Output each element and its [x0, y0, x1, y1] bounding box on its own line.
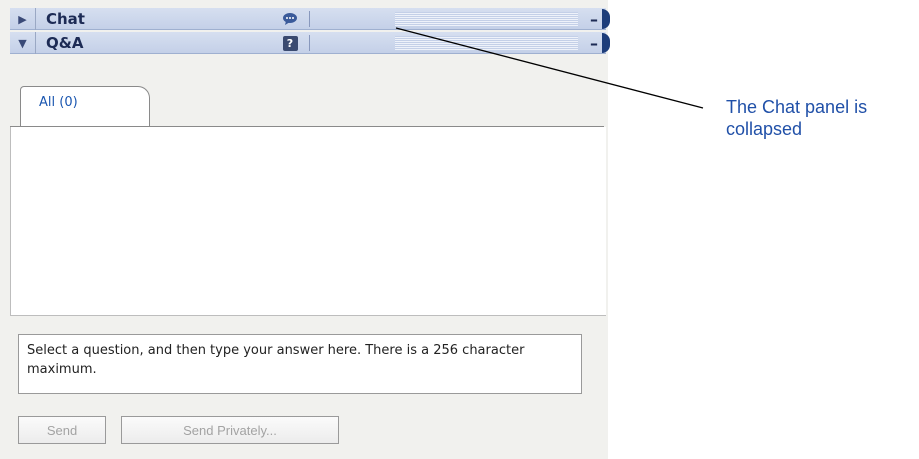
- callout-pointer-line: [395, 27, 704, 109]
- callout-annotation: The Chat panel is collapsed: [726, 97, 868, 139]
